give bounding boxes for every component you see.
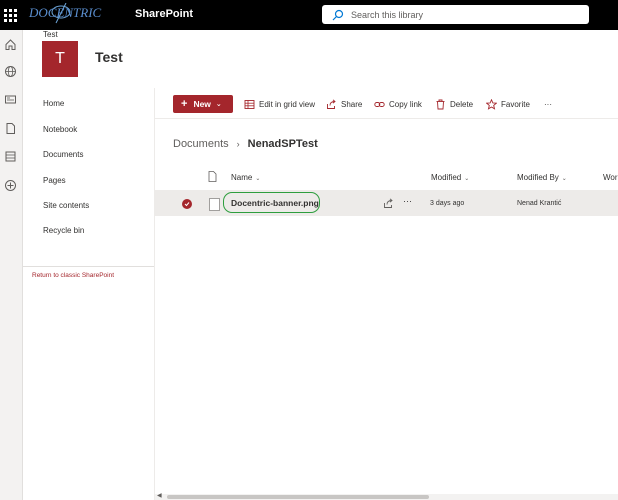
share-icon [327,98,336,109]
document-icon[interactable] [4,122,17,135]
add-icon[interactable] [4,179,17,192]
star-icon [486,98,497,110]
nav-divider [23,266,154,267]
breadcrumb-current[interactable]: NenadSPTest [248,138,318,150]
more-icon: ··· [544,99,552,109]
site-breadcrumb[interactable]: Test [43,30,58,39]
row-more-icon[interactable]: ··· [403,196,412,206]
nav-item-notebook[interactable]: Notebook [43,125,77,134]
more-commands-button[interactable]: ··· [544,97,552,111]
chevron-down-icon: ⌄ [255,176,261,182]
modified-by-cell[interactable]: Nenad Krantić [517,200,561,207]
breadcrumb-root[interactable]: Documents [173,138,229,150]
search-input[interactable] [349,8,573,21]
share-button[interactable]: Share [326,97,362,111]
nav-item-site-contents[interactable]: Site contents [43,201,89,210]
column-header-modified-by-label: Modified By [517,173,559,182]
site-logo-letter: T [55,50,65,67]
return-to-classic-link[interactable]: Return to classic SharePoint [32,272,114,279]
checkmark-icon [184,202,190,207]
share-icon[interactable] [383,198,394,209]
image-file-icon [209,198,220,211]
command-bar: + New ⌄ Edit in grid view Share Copy lin… [155,90,618,119]
app-launcher-icon[interactable] [0,0,20,30]
link-icon [374,101,385,107]
favorite-button[interactable]: Favorite [486,97,530,111]
globe-icon[interactable] [4,65,17,78]
search-icon [332,9,344,20]
plus-icon: + [181,98,188,110]
column-header-name-label: Name [231,173,253,182]
share-label: Share [341,99,363,109]
scroll-left-icon[interactable]: ◀ [157,492,162,499]
table-header: Name ⌄ Modified ⌄ Modified By ⌄ Wor [155,164,618,191]
nav-item-recycle-bin[interactable]: Recycle bin [43,226,84,235]
app-name[interactable]: SharePoint [135,8,193,20]
chevron-down-icon: ⌄ [561,176,567,182]
chevron-right-icon: › [236,139,240,149]
left-navigation: Home Notebook Documents Pages Site conte… [23,88,155,500]
suite-bar: DOCENTRIC SharePoint [0,0,618,30]
grid-icon [244,99,255,109]
site-logo[interactable]: T [42,41,78,77]
chevron-down-icon: ⌄ [215,101,222,108]
edit-grid-view-button[interactable]: Edit in grid view [244,97,315,111]
column-header-modified-label: Modified [431,173,462,182]
column-header-modified[interactable]: Modified ⌄ [431,173,469,182]
row-checkbox-checked[interactable] [182,199,192,209]
delete-button[interactable]: Delete [435,97,473,111]
site-title[interactable]: Test [95,49,123,65]
search-box[interactable] [322,5,589,24]
file-type-icon[interactable] [208,171,217,182]
copy-link-label: Copy link [389,99,422,109]
svg-text:DOCENTRIC: DOCENTRIC [28,5,102,20]
file-name-link[interactable]: Docentric-banner.png [231,198,319,208]
home-icon[interactable] [4,38,17,51]
copy-link-button[interactable]: Copy link [374,97,422,111]
edit-grid-view-label: Edit in grid view [259,99,316,109]
column-header-modified-by[interactable]: Modified By ⌄ [517,173,567,182]
chevron-down-icon: ⌄ [464,176,470,182]
column-header-name[interactable]: Name ⌄ [231,173,260,182]
scrollbar-thumb[interactable] [167,495,429,499]
brand-logo[interactable]: DOCENTRIC [28,3,118,27]
new-button-label: New [193,99,211,109]
trash-icon [436,99,445,109]
lists-icon[interactable] [4,150,17,163]
table-row[interactable]: Docentric-banner.png ··· 3 days ago Nena… [155,191,618,216]
new-button[interactable]: + New ⌄ [173,95,233,113]
app-rail [0,30,23,500]
library-breadcrumb: Documents › NenadSPTest [173,138,318,150]
nav-item-home[interactable]: Home [43,99,64,108]
news-icon[interactable] [4,93,17,106]
horizontal-scrollbar[interactable]: ◀ [155,492,618,500]
nav-item-documents[interactable]: Documents [43,150,83,159]
favorite-label: Favorite [501,99,530,109]
column-header-workflow[interactable]: Wor [603,173,618,182]
modified-cell: 3 days ago [430,200,465,207]
nav-item-pages[interactable]: Pages [43,176,66,185]
delete-label: Delete [450,99,474,109]
